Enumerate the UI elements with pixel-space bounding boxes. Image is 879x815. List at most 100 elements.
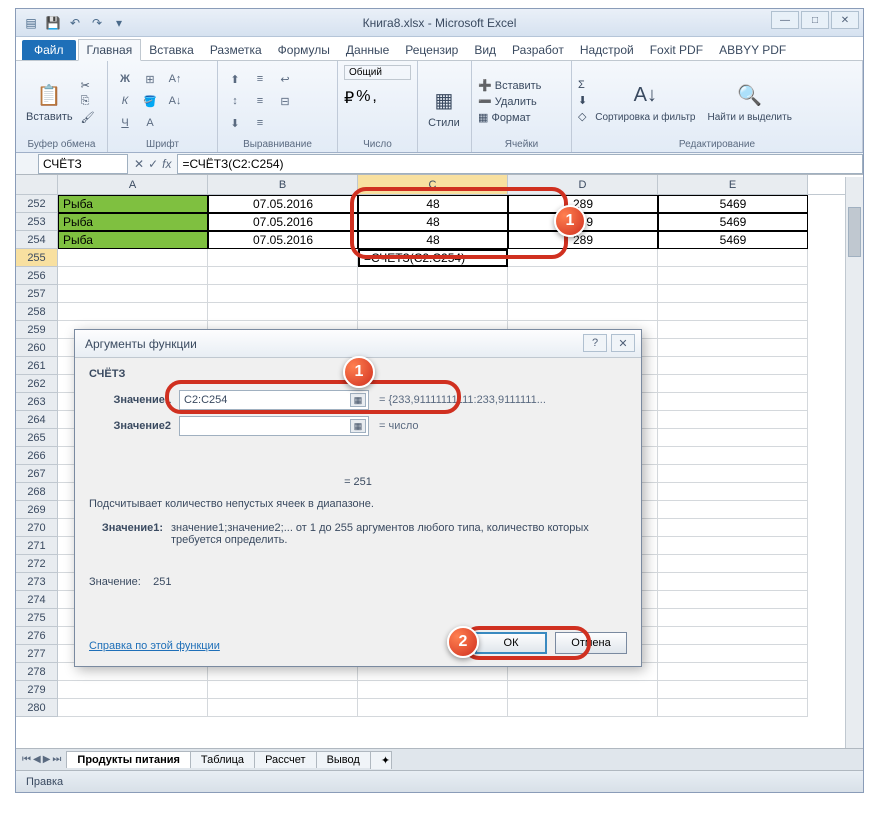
italic-icon[interactable]: К bbox=[114, 91, 136, 111]
cell[interactable]: 48 bbox=[358, 195, 508, 213]
cell[interactable] bbox=[208, 303, 358, 321]
align-center-icon[interactable]: ≡ bbox=[249, 91, 271, 111]
cell[interactable]: Рыба bbox=[58, 195, 208, 213]
cell[interactable] bbox=[58, 681, 208, 699]
underline-icon[interactable]: Ч bbox=[114, 113, 136, 133]
tab-developer[interactable]: Разработ bbox=[504, 40, 572, 60]
cell[interactable] bbox=[658, 465, 808, 483]
sheet-tab-calc[interactable]: Рассчет bbox=[254, 751, 317, 768]
tab-view[interactable]: Вид bbox=[466, 40, 504, 60]
col-header-B[interactable]: B bbox=[208, 175, 358, 194]
cell[interactable] bbox=[208, 249, 358, 267]
sheet-tab-output[interactable]: Вывод bbox=[316, 751, 371, 768]
cell[interactable] bbox=[658, 411, 808, 429]
cell[interactable] bbox=[658, 303, 808, 321]
paste-button[interactable]: 📋 Вставить bbox=[22, 77, 77, 125]
row-header[interactable]: 253 bbox=[16, 213, 58, 231]
row-header[interactable]: 262 bbox=[16, 375, 58, 393]
cell[interactable] bbox=[658, 681, 808, 699]
sheet-tab-table[interactable]: Таблица bbox=[190, 751, 255, 768]
tab-insert[interactable]: Вставка bbox=[141, 40, 202, 60]
currency-icon[interactable]: ₽ bbox=[344, 88, 354, 108]
border-icon[interactable]: ⊞ bbox=[139, 69, 161, 89]
row-header[interactable]: 260 bbox=[16, 339, 58, 357]
cancel-formula-icon[interactable]: ✕ bbox=[134, 157, 144, 171]
cell[interactable]: Рыба bbox=[58, 213, 208, 231]
cell[interactable] bbox=[508, 303, 658, 321]
cell[interactable] bbox=[658, 573, 808, 591]
cell[interactable] bbox=[508, 249, 658, 267]
cell[interactable] bbox=[358, 285, 508, 303]
tab-data[interactable]: Данные bbox=[338, 40, 397, 60]
scrollbar-thumb[interactable] bbox=[848, 207, 861, 257]
font-color-icon[interactable]: A bbox=[139, 113, 161, 133]
cell[interactable] bbox=[208, 285, 358, 303]
cell[interactable] bbox=[658, 555, 808, 573]
number-format-select[interactable]: Общий bbox=[344, 65, 411, 80]
align-left-icon[interactable]: ≡ bbox=[249, 69, 271, 89]
fill-color-icon[interactable]: 🪣 bbox=[139, 91, 161, 111]
clear-icon[interactable]: ◇ bbox=[578, 110, 587, 123]
close-button[interactable]: ✕ bbox=[831, 11, 859, 29]
percent-icon[interactable]: % bbox=[356, 88, 370, 108]
styles-button[interactable]: ▦ Стили bbox=[424, 83, 464, 131]
sheet-nav-prev-icon[interactable]: ◀ bbox=[33, 754, 41, 765]
bold-icon[interactable]: Ж bbox=[114, 69, 136, 89]
row-header[interactable]: 256 bbox=[16, 267, 58, 285]
undo-icon[interactable]: ↶ bbox=[66, 14, 84, 32]
cell[interactable] bbox=[658, 645, 808, 663]
comma-icon[interactable]: , bbox=[372, 88, 376, 108]
insert-cells-button[interactable]: ➕ Вставить bbox=[478, 79, 541, 92]
maximize-button[interactable]: □ bbox=[801, 11, 829, 29]
tab-foxit[interactable]: Foxit PDF bbox=[642, 40, 711, 60]
cell[interactable] bbox=[58, 699, 208, 717]
cell[interactable] bbox=[658, 267, 808, 285]
cell[interactable] bbox=[358, 267, 508, 285]
cell[interactable] bbox=[508, 285, 658, 303]
cell[interactable] bbox=[58, 249, 208, 267]
cell[interactable] bbox=[658, 483, 808, 501]
cell[interactable]: 48 bbox=[358, 213, 508, 231]
cell[interactable]: 5469 bbox=[658, 231, 808, 249]
dialog-help-icon[interactable]: ? bbox=[583, 334, 607, 352]
cell[interactable] bbox=[658, 393, 808, 411]
copy-icon[interactable]: ⎘ bbox=[81, 95, 95, 108]
cell[interactable] bbox=[208, 267, 358, 285]
cell[interactable] bbox=[658, 627, 808, 645]
row-header[interactable]: 261 bbox=[16, 357, 58, 375]
cell[interactable]: 07.05.2016 bbox=[208, 231, 358, 249]
row-header[interactable]: 263 bbox=[16, 393, 58, 411]
cell[interactable]: 48 bbox=[358, 231, 508, 249]
tab-review[interactable]: Рецензир bbox=[397, 40, 466, 60]
row-header[interactable]: 272 bbox=[16, 555, 58, 573]
cell[interactable] bbox=[658, 519, 808, 537]
row-header[interactable]: 259 bbox=[16, 321, 58, 339]
tab-addins[interactable]: Надстрой bbox=[572, 40, 642, 60]
wrap-text-icon[interactable]: ↩ bbox=[274, 69, 296, 89]
cell[interactable] bbox=[658, 591, 808, 609]
cell[interactable] bbox=[508, 267, 658, 285]
row-header[interactable]: 275 bbox=[16, 609, 58, 627]
cell[interactable] bbox=[58, 267, 208, 285]
row-header[interactable]: 269 bbox=[16, 501, 58, 519]
align-right-icon[interactable]: ≡ bbox=[249, 113, 271, 133]
cell[interactable] bbox=[658, 375, 808, 393]
save-icon[interactable]: 💾 bbox=[44, 14, 62, 32]
col-header-D[interactable]: D bbox=[508, 175, 658, 194]
ok-button[interactable]: ОК bbox=[475, 632, 547, 654]
align-top-icon[interactable]: ⬆ bbox=[224, 69, 246, 89]
accept-formula-icon[interactable]: ✓ bbox=[148, 157, 158, 171]
col-header-E[interactable]: E bbox=[658, 175, 808, 194]
cell[interactable]: 5469 bbox=[658, 213, 808, 231]
font-shrink-icon[interactable]: A↓ bbox=[164, 91, 186, 111]
row-header[interactable]: 271 bbox=[16, 537, 58, 555]
row-header[interactable]: 277 bbox=[16, 645, 58, 663]
merge-icon[interactable]: ⊟ bbox=[274, 91, 296, 111]
row-header[interactable]: 273 bbox=[16, 573, 58, 591]
tab-file[interactable]: Файл bbox=[22, 40, 76, 60]
sheet-nav-next-icon[interactable]: ▶ bbox=[43, 754, 51, 765]
redo-icon[interactable]: ↷ bbox=[88, 14, 106, 32]
row-header[interactable]: 268 bbox=[16, 483, 58, 501]
cell[interactable] bbox=[658, 339, 808, 357]
cell[interactable] bbox=[658, 321, 808, 339]
